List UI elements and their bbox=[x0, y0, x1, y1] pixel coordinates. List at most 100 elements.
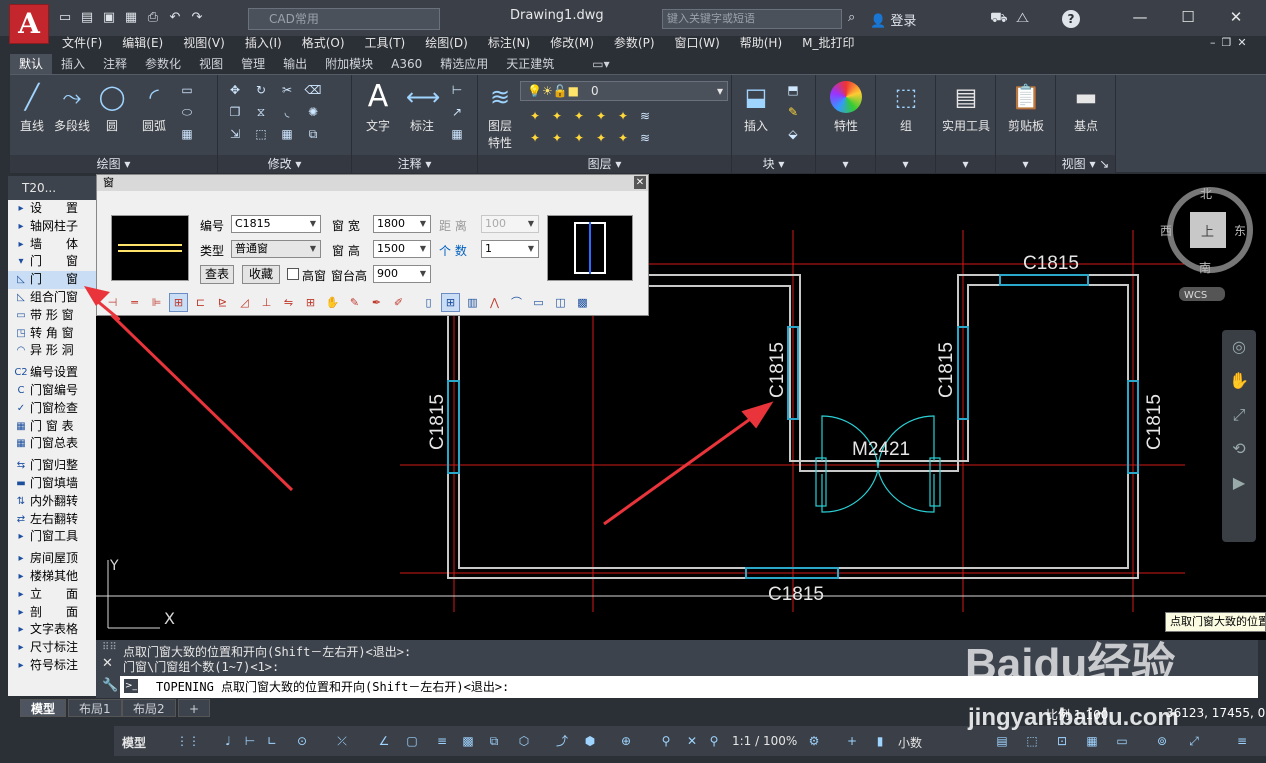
palette-item-shaped-opening[interactable]: ◠ 异 形 洞 bbox=[8, 342, 96, 360]
insert-equal-divide-icon[interactable]: ⊫ bbox=[147, 293, 166, 312]
array-icon[interactable]: ▦ bbox=[278, 125, 296, 143]
annotation-monitor-icon[interactable]: + bbox=[844, 733, 860, 749]
layers-group-label[interactable]: 图层 ▾ bbox=[478, 155, 731, 173]
lineweight-icon[interactable]: ≡ bbox=[434, 733, 450, 749]
palette-item-stairs-other[interactable]: ▸ 楼梯其他 bbox=[8, 568, 96, 586]
palette-item-doors-windows-group[interactable]: ▾ 门 窗 bbox=[8, 253, 96, 271]
palette-item-wall[interactable]: ▸ 墙 体 bbox=[8, 236, 96, 254]
niche-icon[interactable]: ◫ bbox=[551, 293, 570, 312]
sill-height-field[interactable]: 900 ▼ bbox=[373, 265, 431, 283]
redo-icon[interactable]: ↷ bbox=[188, 8, 206, 28]
gizmo-icon[interactable]: ⊕ bbox=[618, 733, 634, 749]
polar-icon[interactable]: ⊙ bbox=[294, 733, 310, 749]
a360-icon[interactable]: ⧍ bbox=[1016, 10, 1029, 26]
menu-tools[interactable]: 工具(T) bbox=[355, 33, 416, 53]
menu-insert[interactable]: 插入(I) bbox=[235, 33, 292, 53]
move-icon[interactable]: ✥ bbox=[226, 81, 244, 99]
utilities-button[interactable]: ▤ 实用工具 bbox=[936, 81, 996, 134]
replace-icon[interactable]: ⇋ bbox=[279, 293, 298, 312]
insert-by-point-icon[interactable]: ⊵ bbox=[213, 293, 232, 312]
draw-group-label[interactable]: 绘图 ▾ bbox=[10, 155, 217, 173]
modify-group-label[interactable]: 修改 ▾ bbox=[218, 155, 351, 173]
tab-output[interactable]: 输出 bbox=[274, 54, 316, 74]
palette-header[interactable]: T20... bbox=[8, 176, 96, 200]
number-field[interactable]: C1815 ▼ bbox=[231, 215, 321, 233]
ellipse-icon[interactable]: ⬭ bbox=[178, 103, 196, 121]
favorite-button[interactable]: 收藏 bbox=[242, 265, 280, 284]
batch-insert-icon[interactable]: ⊞ bbox=[301, 293, 320, 312]
palette-item-door-window-table[interactable]: ▦ 门 窗 表 bbox=[8, 418, 96, 436]
erase-icon[interactable]: ⌫ bbox=[304, 81, 322, 99]
tab-view[interactable]: 视图 bbox=[190, 54, 232, 74]
palette-item-room-roof[interactable]: ▸ 房间屋顶 bbox=[8, 550, 96, 568]
palette-item-text-table[interactable]: ▸ 文字表格 bbox=[8, 621, 96, 639]
explode-icon[interactable]: ✺ bbox=[304, 103, 322, 121]
lookup-table-button[interactable]: 查表 bbox=[200, 265, 234, 284]
new-file-icon[interactable]: ▭ bbox=[56, 8, 74, 28]
palette-item-number-settings[interactable]: C2 编号设置 bbox=[8, 364, 96, 382]
menu-window[interactable]: 窗口(W) bbox=[665, 33, 730, 53]
opening-icon[interactable]: ▭ bbox=[529, 293, 548, 312]
hatch-icon[interactable]: ▦ bbox=[178, 125, 196, 143]
dimension-button[interactable]: ⟷ 标注 bbox=[402, 81, 442, 134]
help-icon[interactable]: ? bbox=[1062, 10, 1080, 28]
ribbon-options-icon[interactable]: ▭▾ bbox=[583, 54, 618, 74]
layer-properties-button[interactable]: ≋ 图层 特性 bbox=[482, 81, 518, 151]
group-button[interactable]: ⬚ 组 bbox=[886, 81, 926, 134]
annotation-scale-icon[interactable]: ⚲ bbox=[706, 733, 722, 749]
isolate-objects-icon[interactable]: ⊡ bbox=[1054, 733, 1070, 749]
transparency-icon[interactable]: ▩ bbox=[460, 733, 476, 749]
annotation-group-label[interactable]: 注释 ▾ bbox=[352, 155, 477, 173]
quick-properties-icon[interactable]: ▤ bbox=[994, 733, 1010, 749]
palette-item-fill-wall[interactable]: ▬ 门窗填墙 bbox=[8, 475, 96, 493]
tab-layout2[interactable]: 布局2 bbox=[122, 699, 176, 717]
model-space-button[interactable]: 模型 bbox=[122, 734, 146, 751]
insert-along-wall-icon[interactable]: ═ bbox=[125, 293, 144, 312]
ortho-icon[interactable]: ∟ bbox=[264, 733, 280, 749]
layer-tool-1-icon[interactable]: ✦ bbox=[526, 107, 544, 125]
clean-screen-icon[interactable]: ▭ bbox=[1114, 733, 1130, 749]
dynamic-ucs-icon[interactable]: ⤴ bbox=[554, 733, 570, 749]
menu-dimension[interactable]: 标注(N) bbox=[478, 33, 540, 53]
search-input[interactable]: 键入关键字或短语 bbox=[662, 9, 842, 29]
palette-item-axis-column[interactable]: ▸ 轴网柱子 bbox=[8, 218, 96, 236]
count-field[interactable]: 1 ▼ bbox=[481, 240, 539, 258]
create-block-icon[interactable]: ⬒ bbox=[784, 81, 802, 99]
line-button[interactable]: ╱ 直线 bbox=[14, 81, 50, 134]
layer-tool-4-icon[interactable]: ✦ bbox=[592, 107, 610, 125]
arch-icon[interactable]: ⌒ bbox=[507, 293, 526, 312]
menu-file[interactable]: 文件(F) bbox=[52, 33, 112, 53]
annotation-visibility-icon[interactable]: ⚲ bbox=[658, 733, 674, 749]
dialog-close-button[interactable]: ✕ bbox=[634, 176, 646, 189]
utilities-group-label[interactable]: ▾ bbox=[936, 155, 995, 173]
tab-parametric[interactable]: 参数化 bbox=[136, 54, 190, 74]
palette-item-symbol[interactable]: ▸ 符号标注 bbox=[8, 657, 96, 675]
text-button[interactable]: A 文字 bbox=[358, 81, 398, 134]
tab-model[interactable]: 模型 bbox=[20, 699, 67, 717]
undo-icon[interactable]: ↶ bbox=[166, 8, 184, 28]
3d-osnap-icon[interactable]: ⬡ bbox=[516, 733, 532, 749]
layer-tool-3-icon[interactable]: ✦ bbox=[570, 107, 588, 125]
palette-item-door-window-tools[interactable]: ▸ 门窗工具 bbox=[8, 528, 96, 546]
workspace-switch-icon[interactable]: ⚙ bbox=[806, 733, 822, 749]
tab-manage[interactable]: 管理 bbox=[232, 54, 274, 74]
units-select[interactable]: 小数 bbox=[898, 734, 922, 751]
osnap-icon[interactable]: ∠ bbox=[376, 733, 392, 749]
layer-tool-11-icon[interactable]: ✦ bbox=[614, 129, 632, 147]
view-group-label[interactable]: 视图 ▾ ↘ bbox=[1056, 155, 1115, 173]
leader-icon[interactable]: ↗ bbox=[448, 103, 466, 121]
menu-help[interactable]: 帮助(H) bbox=[730, 33, 792, 53]
layer-tool-2-icon[interactable]: ✦ bbox=[548, 107, 566, 125]
print-icon[interactable]: ⎙ bbox=[144, 8, 162, 28]
fillet-icon[interactable]: ◟ bbox=[278, 103, 296, 121]
command-grip-icon[interactable]: ⠿⠿ bbox=[102, 642, 117, 653]
insert-fill-icon[interactable]: ◿ bbox=[235, 293, 254, 312]
menu-modify[interactable]: 修改(M) bbox=[540, 33, 604, 53]
window-width-field[interactable]: 1800 ▼ bbox=[373, 215, 431, 233]
layer-select[interactable]: 0 ▾ 💡☀🔓■ bbox=[520, 81, 728, 101]
offset-icon[interactable]: ⧉ bbox=[304, 125, 322, 143]
layer-tool-7-icon[interactable]: ✦ bbox=[526, 129, 544, 147]
palette-item-flip-left-right[interactable]: ⇄ 左右翻转 bbox=[8, 511, 96, 529]
isodraft-icon[interactable]: ⤫ bbox=[334, 733, 350, 749]
graphics-performance-icon[interactable]: ▦ bbox=[1084, 733, 1100, 749]
